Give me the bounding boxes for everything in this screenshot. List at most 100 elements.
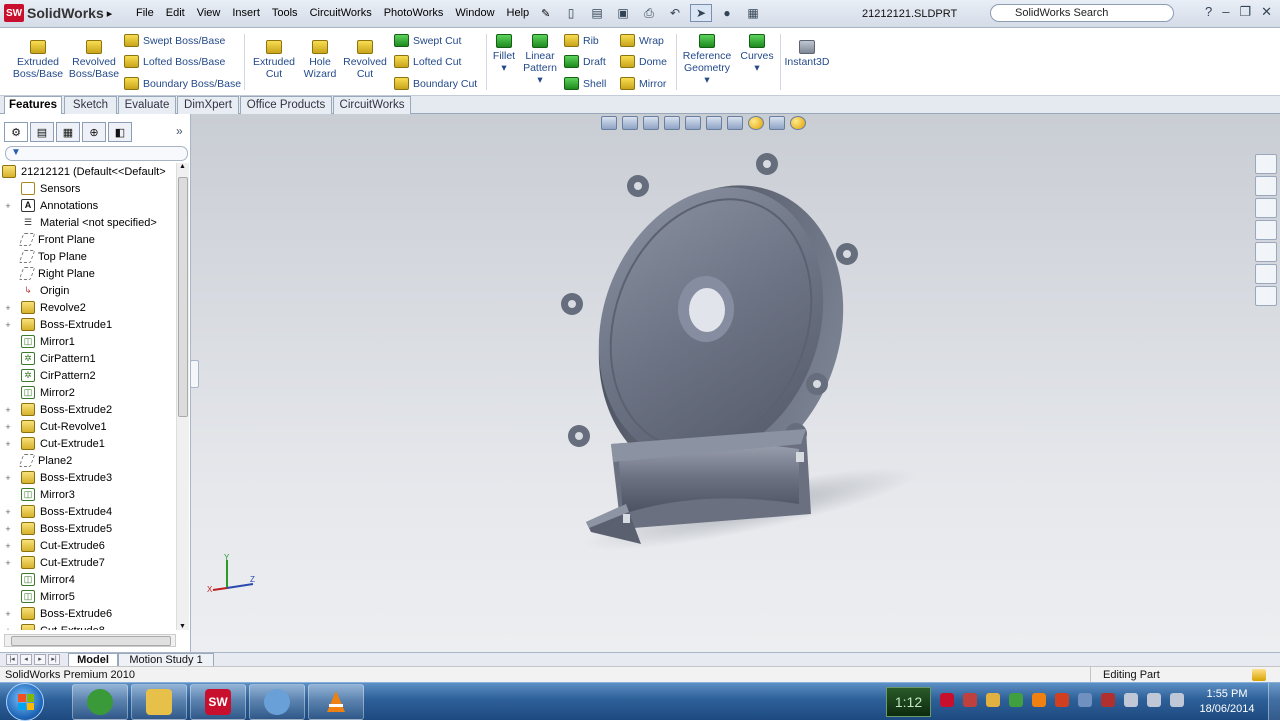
rib-button[interactable]: Rib — [564, 34, 599, 47]
tab-model[interactable]: Model — [68, 653, 118, 667]
dome-button[interactable]: Dome — [620, 55, 667, 68]
taskbar-explorer[interactable] — [131, 684, 187, 720]
undo-icon[interactable]: ↶ — [664, 4, 686, 22]
vlc-tray-icon[interactable] — [1032, 693, 1046, 707]
instant3d-button[interactable]: Instant3D — [782, 40, 832, 68]
tree-root[interactable]: 21212121 (Default<<Default> — [0, 163, 176, 180]
open-folder-icon[interactable]: ▤ — [586, 4, 608, 22]
hide-show-items-icon[interactable] — [727, 116, 743, 130]
appearances-icon[interactable] — [1255, 264, 1277, 284]
extruded-boss-button[interactable]: Extruded Boss/Base — [10, 40, 66, 80]
menu-window[interactable]: Window — [449, 7, 500, 20]
feature-tree-tab-icon[interactable]: ⚙ — [4, 122, 28, 142]
prev-tab-icon[interactable]: ◂ — [20, 654, 32, 665]
scroll-up-icon[interactable]: ▲ — [179, 163, 186, 170]
help-icon[interactable]: ? — [1205, 4, 1212, 20]
select-cursor-icon[interactable]: ➤ — [690, 4, 712, 22]
reference-geometry-button[interactable]: Reference Geometry ▾ — [680, 34, 734, 86]
expand-toggle-icon[interactable]: + — [3, 422, 13, 432]
tab-sketch[interactable]: Sketch — [64, 96, 117, 114]
linear-pattern-button[interactable]: Linear Pattern ▾ — [520, 34, 560, 86]
menu-circuitworks[interactable]: CircuitWorks — [304, 7, 378, 20]
search-input[interactable]: SolidWorks Search — [990, 4, 1174, 22]
design-library-icon[interactable] — [1255, 176, 1277, 196]
minimize-icon[interactable]: – — [1222, 4, 1229, 20]
taskbar-paint[interactable] — [249, 684, 305, 720]
reference-geometry-dropdown-icon[interactable]: ▾ — [680, 74, 734, 86]
pin-icon[interactable]: ✎ — [535, 7, 556, 20]
app-logo[interactable]: SW SolidWorks ▸ — [4, 3, 117, 23]
apply-scene-icon[interactable] — [769, 116, 785, 130]
tree-item[interactable]: + Boss-Extrude1 — [0, 316, 176, 333]
rebuild-icon[interactable]: ● — [716, 4, 738, 22]
tray-app-icon[interactable] — [986, 693, 1000, 707]
tree-item[interactable]: ☰ Material <not specified> — [0, 214, 176, 231]
volume-icon[interactable] — [1124, 693, 1138, 707]
revolved-cut-button[interactable]: Revolved Cut — [342, 40, 388, 80]
menu-help[interactable]: Help — [501, 7, 536, 20]
menu-photoworks[interactable]: PhotoWorks — [378, 7, 450, 20]
tray-app-icon[interactable] — [940, 693, 954, 707]
clock[interactable]: 1:55 PM 18/06/2014 — [1188, 687, 1266, 717]
last-tab-icon[interactable]: ▸| — [48, 654, 60, 665]
tree-item[interactable]: + Cut-Extrude1 — [0, 435, 176, 452]
options-icon[interactable]: ▦ — [742, 4, 764, 22]
lofted-boss-button[interactable]: Lofted Boss/Base — [124, 55, 225, 68]
part-model[interactable] — [551, 144, 1071, 574]
file-explorer-icon[interactable] — [1255, 198, 1277, 218]
menu-view[interactable]: View — [191, 7, 227, 20]
tree-item[interactable]: ◫ Mirror2 — [0, 384, 176, 401]
tab-motion-study[interactable]: Motion Study 1 — [118, 653, 214, 667]
expand-toggle-icon[interactable]: + — [3, 558, 13, 568]
tree-item[interactable]: + Cut-Extrude8 — [0, 622, 176, 630]
extruded-cut-button[interactable]: Extruded Cut — [250, 40, 298, 80]
tree-item[interactable]: Plane2 — [0, 452, 176, 469]
tree-item[interactable]: + Boss-Extrude4 — [0, 503, 176, 520]
tree-item[interactable]: + A Annotations — [0, 197, 176, 214]
dimxpert-manager-tab-icon[interactable]: ⊕ — [82, 122, 106, 142]
next-tab-icon[interactable]: ▸ — [34, 654, 46, 665]
curves-button[interactable]: Curves ▾ — [738, 34, 776, 74]
restore-icon[interactable]: ❐ — [1239, 4, 1251, 20]
property-manager-tab-icon[interactable]: ▤ — [30, 122, 54, 142]
tree-item[interactable]: Front Plane — [0, 231, 176, 248]
show-desktop-button[interactable] — [1268, 683, 1280, 721]
tab-circuitworks[interactable]: CircuitWorks — [333, 96, 411, 114]
new-document-icon[interactable]: ▯ — [560, 4, 582, 22]
tree-item[interactable]: ◫ Mirror4 — [0, 571, 176, 588]
expand-toggle-icon[interactable]: + — [3, 609, 13, 619]
taskbar-chrome[interactable] — [72, 684, 128, 720]
expand-toggle-icon[interactable]: + — [3, 473, 13, 483]
section-view-icon[interactable] — [664, 116, 680, 130]
tray-app-icon[interactable] — [1078, 693, 1092, 707]
tree-item[interactable]: ↳ Origin — [0, 282, 176, 299]
shell-button[interactable]: Shell — [564, 77, 606, 90]
boundary-cut-button[interactable]: Boundary Cut — [394, 77, 477, 90]
hole-wizard-button[interactable]: Hole Wizard — [300, 40, 340, 80]
close-icon[interactable]: ✕ — [1261, 4, 1272, 20]
expand-toggle-icon[interactable]: + — [3, 524, 13, 534]
expand-toggle-icon[interactable]: + — [3, 303, 13, 313]
menu-insert[interactable]: Insert — [226, 7, 266, 20]
curves-dropdown-icon[interactable]: ▾ — [738, 62, 776, 74]
edit-appearance-icon[interactable] — [748, 116, 764, 130]
expand-toggle-icon[interactable]: + — [3, 201, 13, 211]
custom-properties-icon[interactable] — [1255, 286, 1277, 306]
scroll-thumb[interactable] — [178, 177, 188, 417]
tree-item[interactable]: + Cut-Extrude6 — [0, 537, 176, 554]
swept-boss-button[interactable]: Swept Boss/Base — [124, 34, 225, 47]
save-icon[interactable]: ▣ — [612, 4, 634, 22]
tree-item[interactable]: + Boss-Extrude2 — [0, 401, 176, 418]
tree-item[interactable]: ◫ Mirror1 — [0, 333, 176, 350]
configuration-manager-tab-icon[interactable]: ▦ — [56, 122, 80, 142]
tree-item[interactable]: + Boss-Extrude5 — [0, 520, 176, 537]
view-settings-icon[interactable] — [790, 116, 806, 130]
start-button[interactable] — [6, 683, 44, 721]
first-tab-icon[interactable]: |◂ — [6, 654, 18, 665]
rebuild-status-icon[interactable] — [1252, 669, 1266, 681]
timer-gadget[interactable]: 1:12 — [886, 687, 931, 717]
tray-app-icon[interactable] — [1055, 693, 1069, 707]
tray-app-icon[interactable] — [963, 693, 977, 707]
previous-view-icon[interactable] — [643, 116, 659, 130]
tab-evaluate[interactable]: Evaluate — [118, 96, 176, 114]
